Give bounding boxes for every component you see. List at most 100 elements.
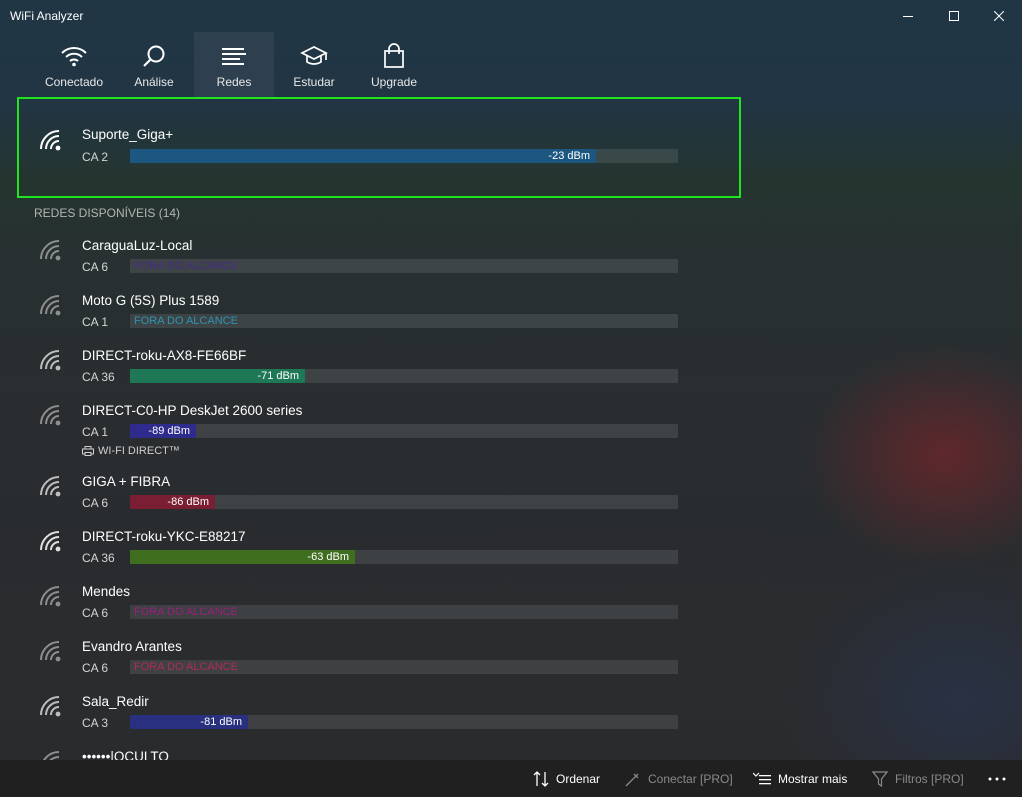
show-more-button[interactable]: Mostrar mais xyxy=(753,760,847,797)
filter-icon xyxy=(872,770,888,787)
wifi-direct-tag: WI-FI DIRECT™ xyxy=(82,445,180,457)
network-name: GIGA + FIBRA xyxy=(82,474,171,489)
signal-fill xyxy=(130,149,596,163)
signal-value: -63 dBm xyxy=(307,551,349,563)
network-row[interactable]: DIRECT-roku-YKC-E88217 CA 36 -63 dBm xyxy=(0,523,740,573)
tab-label: Conectado xyxy=(44,75,104,89)
network-channel: CA 6 xyxy=(82,260,109,274)
signal-value: -81 dBm xyxy=(200,716,242,728)
network-name: Moto G (5S) Plus 1589 xyxy=(82,293,220,308)
signal-bar: FORA DO ALCANCE xyxy=(130,314,678,328)
minimize-icon xyxy=(903,16,913,17)
network-row[interactable]: Moto G (5S) Plus 1589 CA 1 FORA DO ALCANCE xyxy=(0,287,740,337)
network-channel: CA 6 xyxy=(82,496,109,510)
signal-bar: -23 dBm xyxy=(130,149,678,163)
network-row[interactable]: GIGA + FIBRA CA 6 -86 dBm xyxy=(0,468,740,518)
network-channel: CA 1 xyxy=(82,315,109,329)
app-title: WiFi Analyzer xyxy=(10,9,84,23)
network-channel: CA 2 xyxy=(82,150,109,164)
network-name: Sala_Redir xyxy=(82,694,149,709)
connect-button[interactable]: Conectar [PRO] xyxy=(625,760,733,797)
signal-value: -23 dBm xyxy=(548,150,590,162)
network-row[interactable]: CaraguaLuz-Local CA 6 FORA DO ALCANCE xyxy=(0,232,740,282)
command-bar: Ordenar Conectar [PRO] Mostrar mais Filt… xyxy=(0,760,1022,797)
wifi-signal-icon xyxy=(40,240,61,261)
network-channel: CA 6 xyxy=(82,661,109,675)
close-icon xyxy=(994,11,1004,21)
network-channel: CA 3 xyxy=(82,716,109,730)
maximize-icon xyxy=(949,11,959,21)
wifi-signal-icon xyxy=(40,295,61,316)
tab-estudar[interactable]: Estudar xyxy=(274,32,354,98)
signal-bar: FORA DO ALCANCE xyxy=(130,259,678,273)
tab-upgrade[interactable]: Upgrade xyxy=(354,32,434,98)
ellipsis-icon xyxy=(988,777,1006,780)
tab-conectado[interactable]: Conectado xyxy=(34,32,114,98)
more-options-button[interactable] xyxy=(988,760,1008,797)
list-more-icon xyxy=(753,772,771,784)
maximize-button[interactable] xyxy=(931,0,977,32)
available-networks-header: REDES DISPONÍVEIS (14) xyxy=(34,206,181,220)
tab-analise[interactable]: Análise xyxy=(114,32,194,98)
network-channel: CA 6 xyxy=(82,606,109,620)
network-row[interactable]: DIRECT-roku-AX8-FE66BF CA 36 -71 dBm xyxy=(0,342,740,392)
network-row[interactable]: Mendes CA 6 FORA DO ALCANCE xyxy=(0,578,740,628)
out-of-range-label: FORA DO ALCANCE xyxy=(134,315,238,327)
show-more-label: Mostrar mais xyxy=(778,771,848,786)
magnifier-icon xyxy=(143,45,165,67)
network-row[interactable]: Evandro Arantes CA 6 FORA DO ALCANCE xyxy=(0,633,740,683)
printer-icon xyxy=(82,446,94,456)
wifi-icon xyxy=(61,47,87,67)
tab-label: Redes xyxy=(216,75,252,89)
wifi-direct-label: WI-FI DIRECT™ xyxy=(98,445,180,457)
wifi-signal-icon xyxy=(40,350,61,371)
signal-value: -86 dBm xyxy=(167,496,209,508)
wifi-signal-icon xyxy=(40,130,61,151)
disconnect-icon xyxy=(625,773,639,786)
tab-label: Upgrade xyxy=(370,75,418,89)
graduation-cap-icon xyxy=(300,46,328,65)
network-name: Mendes xyxy=(82,584,131,599)
sort-label: Ordenar xyxy=(556,771,601,786)
shopping-bag-icon xyxy=(384,43,404,68)
close-button[interactable] xyxy=(976,0,1022,32)
tab-redes[interactable]: Redes xyxy=(194,32,274,98)
tab-label: Estudar xyxy=(293,75,335,89)
network-name: DIRECT-C0-HP DeskJet 2600 series xyxy=(82,403,303,418)
signal-bar: -71 dBm xyxy=(130,369,678,383)
network-channel: CA 1 xyxy=(82,425,109,439)
network-channel: CA 36 xyxy=(82,370,115,384)
network-row[interactable]: Sala_Redir CA 3 -81 dBm xyxy=(0,688,740,738)
list-icon xyxy=(222,48,246,65)
signal-value: -89 dBm xyxy=(148,425,190,437)
title-bar: WiFi Analyzer xyxy=(0,0,1022,32)
out-of-range-label: FORA DO ALCANCE xyxy=(134,606,238,618)
wifi-signal-icon xyxy=(40,696,61,717)
signal-bar: FORA DO ALCANCE xyxy=(130,660,678,674)
minimize-button[interactable] xyxy=(885,0,931,32)
sort-button[interactable]: Ordenar xyxy=(533,760,600,797)
network-name: DIRECT-roku-YKC-E88217 xyxy=(82,529,246,544)
signal-bar: FORA DO ALCANCE xyxy=(130,605,678,619)
signal-value: -71 dBm xyxy=(257,370,299,382)
wifi-signal-icon xyxy=(40,405,61,426)
connected-network-card[interactable]: Suporte_Giga+ CA 2 -23 dBm xyxy=(17,97,741,198)
network-name: CaraguaLuz-Local xyxy=(82,238,193,253)
wifi-signal-icon xyxy=(40,641,61,662)
network-channel: CA 36 xyxy=(82,551,115,565)
network-name: Suporte_Giga+ xyxy=(82,127,174,142)
network-row[interactable]: DIRECT-C0-HP DeskJet 2600 series CA 1 -89 … xyxy=(0,397,740,463)
filter-label: Filtros [PRO] xyxy=(895,771,964,786)
out-of-range-label: FORA DO ALCANCE xyxy=(134,260,238,272)
signal-bar: -86 dBm xyxy=(130,495,678,509)
tab-label: Análise xyxy=(134,75,174,89)
out-of-range-label: FORA DO ALCANCE xyxy=(134,661,238,673)
network-name: DIRECT-roku-AX8-FE66BF xyxy=(82,348,247,363)
wifi-signal-icon xyxy=(40,586,61,607)
signal-bar: -81 dBm xyxy=(130,715,678,729)
wifi-signal-icon xyxy=(40,476,61,497)
main-tabs: Conectado Análise Redes Estudar Upgrade xyxy=(34,32,434,98)
signal-bar: -89 dBm xyxy=(130,424,678,438)
filter-button[interactable]: Filtros [PRO] xyxy=(872,760,964,797)
network-name: Evandro Arantes xyxy=(82,639,182,654)
